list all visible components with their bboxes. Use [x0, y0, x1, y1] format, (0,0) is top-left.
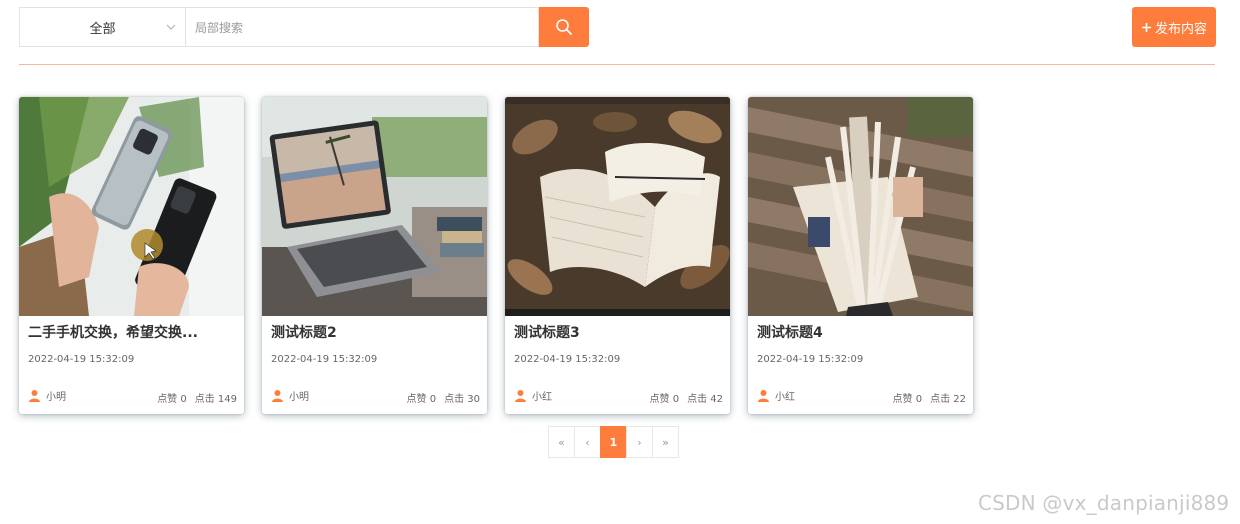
- card-date: 2022-04-19 15:32:09: [514, 354, 621, 365]
- card-title[interactable]: 测试标题3: [514, 322, 720, 342]
- category-select[interactable]: 全部: [19, 7, 185, 47]
- user-icon: [29, 390, 40, 402]
- card-date: 2022-04-19 15:32:09: [757, 354, 864, 365]
- book-leaves-photo: [505, 97, 730, 316]
- author-name: 小红: [775, 392, 795, 403]
- plus-icon: [1141, 22, 1151, 32]
- card-date: 2022-04-19 15:32:09: [28, 354, 135, 365]
- card-date: 2022-04-19 15:32:09: [271, 354, 378, 365]
- like-count: 点赞 0: [406, 394, 437, 405]
- card-author: 小红: [514, 388, 552, 403]
- search-icon: [556, 19, 572, 35]
- content-card[interactable]: 二手手机交换，希望交换... 2022-04-19 15:32:09 小明 点赞…: [19, 97, 244, 414]
- search-input[interactable]: 局部搜索: [185, 7, 539, 47]
- author-name: 小明: [46, 392, 66, 403]
- chevron-down-icon: [166, 24, 176, 30]
- card-stats: 点赞 0 点击 42: [650, 390, 723, 405]
- page-button-current[interactable]: 1: [600, 426, 627, 458]
- card-author: 小明: [28, 388, 66, 403]
- next-page-button[interactable]: ›: [626, 426, 653, 458]
- author-name: 小红: [532, 392, 552, 403]
- click-count: 点击 42: [687, 394, 723, 405]
- last-page-button[interactable]: »: [652, 426, 679, 458]
- publish-button[interactable]: 发布内容: [1132, 7, 1216, 47]
- search-bar: 全部 局部搜索: [19, 7, 589, 47]
- click-count: 点击 22: [930, 394, 966, 405]
- search-placeholder: 局部搜索: [195, 20, 244, 35]
- content-card[interactable]: 测试标题4 2022-04-19 15:32:09 小红 点赞 0 点击 22: [748, 97, 973, 414]
- top-bar: 全部 局部搜索 发布内容: [0, 0, 1240, 66]
- author-name: 小明: [289, 392, 309, 403]
- card-title[interactable]: 二手手机交换，希望交换...: [28, 322, 234, 342]
- prev-page-button[interactable]: ‹: [574, 426, 601, 458]
- phones-photo: [19, 97, 244, 316]
- user-icon: [272, 390, 283, 402]
- publish-button-label: 发布内容: [1154, 21, 1207, 37]
- click-count: 点击 30: [444, 394, 480, 405]
- book-bench-photo: [748, 97, 973, 316]
- laptop-photo: [262, 97, 487, 316]
- pagination: « ‹ 1 › »: [548, 426, 679, 458]
- header-divider: [19, 64, 1215, 65]
- card-author: 小明: [271, 388, 309, 403]
- content-card[interactable]: 测试标题3 2022-04-19 15:32:09 小红 点赞 0 点击 42: [505, 97, 730, 414]
- card-title[interactable]: 测试标题4: [757, 322, 963, 342]
- card-stats: 点赞 0 点击 149: [157, 390, 237, 405]
- like-count: 点赞 0: [649, 394, 680, 405]
- first-page-button[interactable]: «: [548, 426, 575, 458]
- card-title[interactable]: 测试标题2: [271, 322, 477, 342]
- user-icon: [758, 390, 769, 402]
- search-button[interactable]: [539, 7, 589, 47]
- card-stats: 点赞 0 点击 30: [407, 390, 480, 405]
- watermark: CSDN @vx_danpianji889: [978, 491, 1230, 515]
- card-author: 小红: [757, 388, 795, 403]
- like-count: 点赞 0: [157, 394, 187, 405]
- card-list: 二手手机交换，希望交换... 2022-04-19 15:32:09 小明 点赞…: [19, 97, 973, 414]
- content-card[interactable]: 测试标题2 2022-04-19 15:32:09 小明 点赞 0 点击 30: [262, 97, 487, 414]
- click-count: 点击 149: [194, 394, 237, 405]
- category-select-value: 全部: [89, 21, 116, 37]
- user-icon: [515, 390, 526, 402]
- card-stats: 点赞 0 点击 22: [893, 390, 966, 405]
- like-count: 点赞 0: [892, 394, 923, 405]
